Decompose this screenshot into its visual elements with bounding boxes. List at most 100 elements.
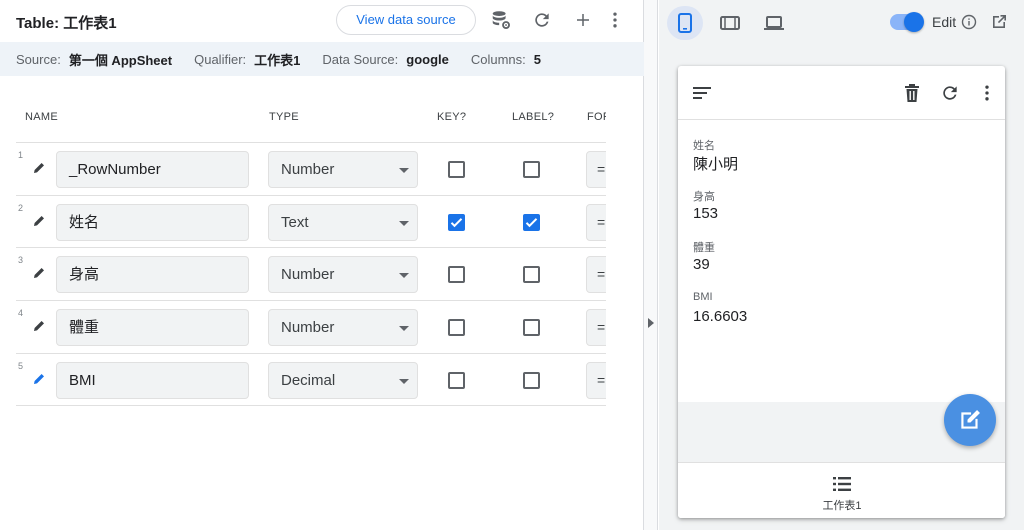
table-info-bar: Source: 第一個 AppSheet Qualifier: 工作表1 Dat… [0,42,644,76]
row-number: 2 [18,203,24,213]
datasource-value: google [406,51,449,67]
preview-toolbar: Edit [659,0,1024,46]
expand-arrow-icon[interactable] [648,318,654,328]
field-label-weight: 體重 [693,242,715,254]
nav-item-label: 工作表1 [822,500,862,512]
desktop-preview-icon[interactable] [756,6,792,40]
edit-fab-button[interactable] [944,394,996,446]
menu-icon[interactable] [690,81,714,105]
formula-field[interactable]: = [586,309,606,346]
key-checkbox[interactable] [448,214,465,231]
datasource-label: Data Source: [322,51,399,67]
delete-icon[interactable] [900,81,924,105]
info-icon[interactable] [961,14,977,35]
more-vert-icon[interactable] [975,81,999,105]
column-header-key: KEY? [437,111,467,123]
field-value-name: 陳小明 [693,156,739,173]
column-type-select[interactable]: Number [268,256,418,293]
dropdown-caret-icon [399,379,409,384]
panel-divider[interactable] [644,0,658,530]
dropdown-caret-icon [399,326,409,331]
formula-field[interactable]: = [586,151,606,188]
column-header-label: LABEL? [512,111,555,123]
column-type-value: Decimal [281,372,336,389]
dropdown-caret-icon [399,168,409,173]
source-value: 第一個 AppSheet [68,52,173,68]
tablet-preview-icon[interactable] [712,6,748,40]
columns-table: 1 _RowNumber Number = 2 姓名 Text = 3 身高 Number = 4 體重 N… [16,142,606,408]
column-header-name: NAME [25,111,58,123]
edit-pencil-icon[interactable] [32,161,48,177]
open-in-new-icon[interactable] [990,13,1008,36]
edit-label: Edit [932,14,957,30]
label-checkbox[interactable] [523,214,540,231]
column-header-type: TYPE [269,111,299,123]
field-value-bmi: 16.6603 [693,308,748,325]
table-row: 5 BMI Decimal = [16,353,606,406]
row-number: 1 [18,150,24,160]
column-type-select[interactable]: Decimal [268,362,418,399]
column-name-field[interactable]: _RowNumber [56,151,249,188]
qualifier-label: Qualifier: [194,51,247,67]
label-checkbox[interactable] [523,266,540,283]
table-row: 2 姓名 Text = [16,195,606,248]
label-checkbox[interactable] [523,161,540,178]
edit-toggle[interactable] [890,12,924,32]
key-checkbox[interactable] [448,161,465,178]
row-number: 5 [18,361,24,371]
page-title: Table: 工作表1 [16,15,117,32]
column-name-field[interactable]: 身高 [56,256,249,293]
row-number: 4 [18,308,24,318]
column-name-field[interactable]: 姓名 [56,204,249,241]
refresh-icon[interactable] [938,81,962,105]
table-row: 4 體重 Number = [16,300,606,353]
edit-pencil-icon[interactable] [32,319,48,335]
qualifier-value: 工作表1 [254,52,301,68]
dropdown-caret-icon [399,221,409,226]
label-checkbox[interactable] [523,319,540,336]
dropdown-caret-icon [399,273,409,278]
column-header-formula: FOR [587,111,606,123]
phone-preview: 姓名 陳小明 身高 153 體重 39 BMI 16.6603 工作表1 [678,66,1005,518]
column-type-select[interactable]: Number [268,151,418,188]
columns-label: Columns: [470,51,526,67]
row-number: 3 [18,255,24,265]
columns-value: 5 [533,51,542,67]
column-type-value: Number [281,161,335,178]
edit-pencil-icon[interactable] [32,214,48,230]
add-icon[interactable] [571,8,595,32]
formula-field[interactable]: = [586,204,606,241]
refresh-icon[interactable] [530,8,554,32]
field-label-height: 身高 [693,191,715,203]
field-value-height: 153 [693,205,719,222]
column-name-field[interactable]: 體重 [56,309,249,346]
table-row: 3 身高 Number = [16,247,606,300]
table-row: 1 _RowNumber Number = [16,142,606,195]
column-name-field[interactable]: BMI [56,362,249,399]
column-type-value: Number [281,319,335,336]
detail-view-toolbar [678,66,1005,120]
column-type-select[interactable]: Number [268,309,418,346]
key-checkbox[interactable] [448,319,465,336]
check-icon [450,218,463,228]
key-checkbox[interactable] [448,266,465,283]
column-type-select[interactable]: Text [268,204,418,241]
label-checkbox[interactable] [523,372,540,389]
check-icon [525,218,538,228]
preview-panel: Edit 姓名 陳小明 身高 153 體重 39 BMI 16.6603 工作表… [659,0,1024,530]
bottom-navigation: 工作表1 [678,462,1005,518]
edit-icon [961,410,980,429]
list-icon [833,477,851,491]
formula-field[interactable]: = [586,256,606,293]
edit-pencil-icon[interactable] [32,372,48,388]
phone-preview-icon[interactable] [667,6,703,40]
more-vert-icon[interactable] [603,8,627,32]
key-checkbox[interactable] [448,372,465,389]
edit-pencil-icon[interactable] [32,266,48,282]
column-type-value: Number [281,266,335,283]
field-label-name: 姓名 [693,140,715,152]
formula-field[interactable]: = [586,362,606,399]
nav-item-worksheet[interactable]: 工作表1 [806,467,878,515]
database-settings-icon[interactable] [489,8,513,32]
view-data-source-button[interactable]: View data source [336,5,476,35]
